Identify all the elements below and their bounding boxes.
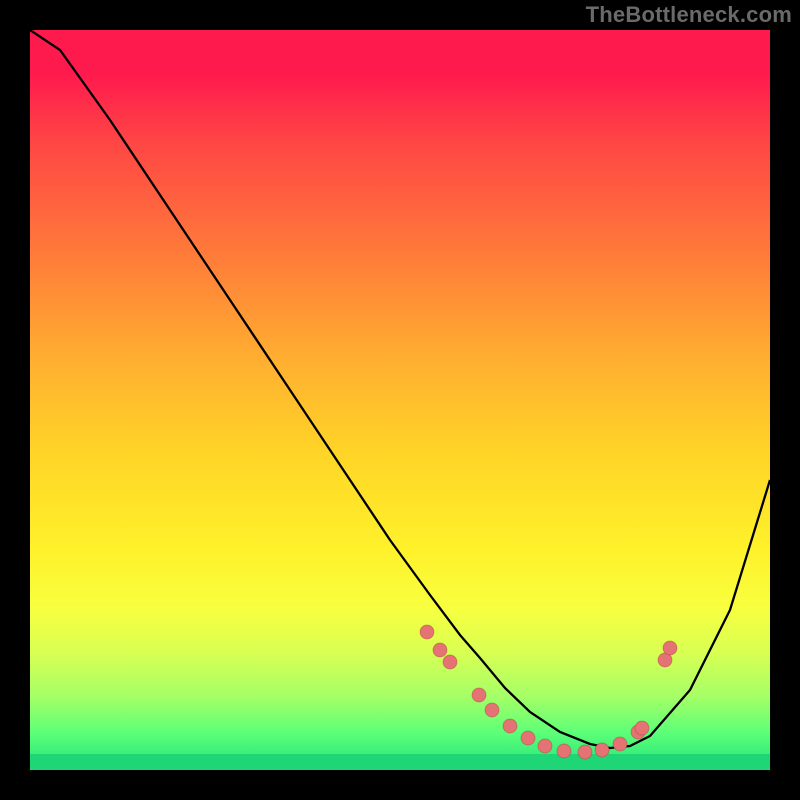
data-point <box>521 731 535 745</box>
watermark-text: TheBottleneck.com <box>586 2 792 28</box>
data-point <box>578 745 592 759</box>
data-point <box>663 641 677 655</box>
data-point <box>503 719 517 733</box>
data-point <box>485 703 499 717</box>
points-group <box>420 625 677 759</box>
data-point <box>420 625 434 639</box>
data-point <box>635 721 649 735</box>
data-point <box>538 739 552 753</box>
chart-svg <box>30 30 770 770</box>
plot-area <box>30 30 770 770</box>
data-point <box>472 688 486 702</box>
chart-frame: TheBottleneck.com <box>0 0 800 800</box>
data-point <box>613 737 627 751</box>
data-point <box>557 744 571 758</box>
bottleneck-curve <box>30 30 770 748</box>
data-point <box>433 643 447 657</box>
data-point <box>443 655 457 669</box>
data-point <box>595 743 609 757</box>
